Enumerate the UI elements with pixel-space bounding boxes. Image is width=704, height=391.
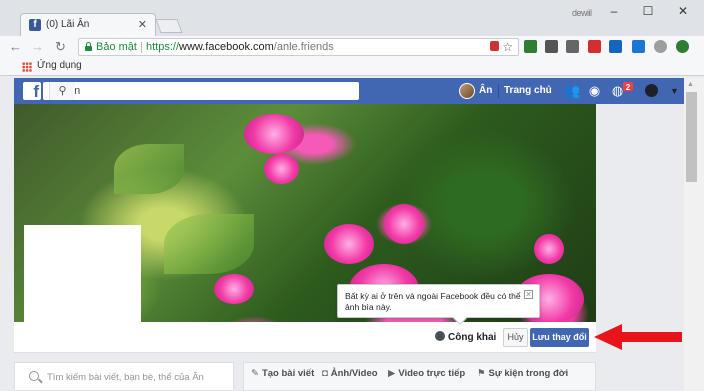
photo-video-tab[interactable]: ◘ Ảnh/Video [322,368,378,379]
tab-close-icon[interactable]: ✕ [138,18,147,31]
address-bar[interactable]: Bảo mật https://www.facebook.com/anle.fr… [78,38,519,56]
lock-icon [85,42,92,51]
photo-video-label: Ảnh/Video [330,368,378,379]
annotation-arrow-icon [594,324,682,350]
cover-flower [324,224,374,264]
cover-flower [244,114,304,154]
cover-flower [534,234,564,264]
window-user-label: dewiil [572,8,592,18]
extension-icon-1[interactable] [524,40,537,53]
help-icon[interactable] [645,84,658,97]
scroll-up-icon[interactable]: ▲ [687,81,694,88]
minimize-button[interactable]: – [604,4,624,20]
cover-flower [264,154,299,184]
messenger-icon[interactable]: ◉ [587,84,602,98]
cover-leaf [114,144,184,194]
create-post-label: Tạo bài viết [261,368,315,379]
mail-icon[interactable] [566,40,579,53]
save-changes-button[interactable]: Lưu thay đổi [530,328,589,347]
address-separator [141,42,142,53]
apps-bookmark[interactable]: Ứng dụng [37,60,82,71]
facebook-logo[interactable]: f [23,82,41,101]
facebook-header: f Lãi Ân ⚲ Ân Trang chủ 👥 ◉ ◍ 2 ▼ [14,78,684,104]
reload-icon[interactable]: ↻ [55,39,66,55]
security-label: Bảo mật [96,41,137,53]
privacy-selector[interactable]: Công khai [435,331,496,343]
profile-search-placeholder: Tìm kiếm bài viết, bạn bè, thể của Ân [47,372,204,383]
url-path: /anle.friends [273,41,334,53]
create-post-tab[interactable]: ✎ Tạo bài viết [251,368,314,379]
browser-tab[interactable]: f (0) Lãi Ân ✕ [20,13,156,37]
live-video-tab[interactable]: ▶ Video trực tiếp [388,368,465,379]
forward-icon[interactable]: → [31,39,44,54]
apps-icon[interactable] [22,62,32,72]
profile-search-input[interactable]: Tìm kiếm bài viết, bạn bè, thể của Ân [14,362,234,391]
extension-icon-2[interactable] [545,40,558,53]
extension-icon-6[interactable] [676,40,689,53]
facebook-favicon-icon: f [29,19,41,31]
search-icon[interactable]: ⚲ [49,82,75,100]
globe-icon [435,331,445,341]
facebook-search-input[interactable]: Lãi Ân ⚲ [43,82,359,100]
friend-requests-icon[interactable]: 👥 [564,84,580,98]
search-extension-icon[interactable] [654,40,667,53]
blocked-popup-icon[interactable] [490,41,499,51]
tooltip-text: Bất kỳ ai ở trên và ngoài Facebook đều c… [345,291,521,312]
tab-title: (0) Lãi Ân [46,19,90,30]
privacy-label: Công khai [448,332,497,343]
bookmark-star-icon[interactable]: ☆ [502,40,513,54]
flag-icon: ⚑ [477,368,486,379]
cover-flower [214,274,254,304]
video-icon: ▶ [388,368,396,379]
cover-leaf [164,214,254,274]
bookmarks-bar: Ứng dụng [0,58,704,76]
back-icon[interactable]: ← [9,39,22,54]
cover-flower [384,204,424,244]
extension-icon-3[interactable] [588,40,601,53]
maximize-button[interactable]: ☐ [638,4,658,20]
extension-icon-4[interactable] [609,40,622,53]
home-link[interactable]: Trang chủ [504,85,552,96]
new-tab-button[interactable] [155,19,183,33]
live-video-label: Video trực tiếp [398,368,466,379]
pencil-icon: ✎ [251,368,259,379]
avatar[interactable] [459,83,475,99]
url-text[interactable]: https://www.facebook.com/anle.friends [146,41,334,53]
url-proto: https:// [146,41,180,53]
life-event-tab[interactable]: ⚑ Sự kiện trong đời [477,368,568,379]
cancel-button[interactable]: Hủy [503,328,528,347]
scrollbar-thumb[interactable] [686,92,697,182]
search-icon [29,371,39,381]
profile-name-link[interactable]: Ân [479,85,492,96]
url-host: www.facebook.com [179,41,274,53]
post-composer: ✎ Tạo bài viết ◘ Ảnh/Video ▶ Video trực tiế… [243,362,596,391]
close-window-button[interactable]: ✕ [673,4,693,20]
camera-icon: ◘ [322,368,328,379]
profile-picture[interactable] [24,225,141,326]
tooltip-close-icon[interactable]: ✕ [524,290,533,299]
header-divider [498,84,499,98]
extension-icon-5[interactable] [632,40,645,53]
privacy-tooltip: Bất kỳ ai ở trên và ngoài Facebook đều c… [337,284,540,326]
notification-badge: 2 [622,81,634,92]
account-menu-chevron-down-icon[interactable]: ▼ [667,84,682,98]
life-event-label: Sự kiện trong đời [488,368,569,379]
